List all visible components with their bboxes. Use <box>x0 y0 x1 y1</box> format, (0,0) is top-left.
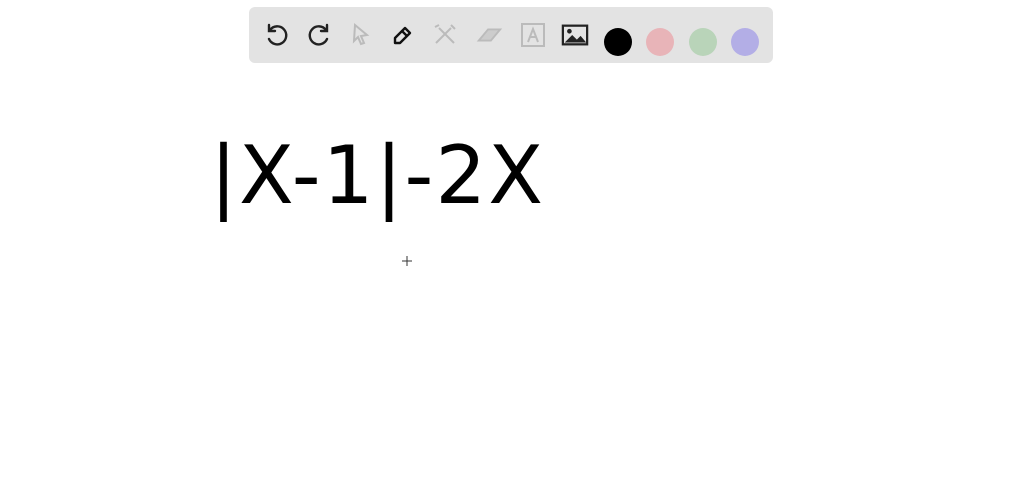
crosshair-cursor <box>402 256 412 266</box>
drawing-canvas[interactable] <box>0 0 1024 484</box>
handwriting-text: |X-1|-2X <box>210 129 546 222</box>
